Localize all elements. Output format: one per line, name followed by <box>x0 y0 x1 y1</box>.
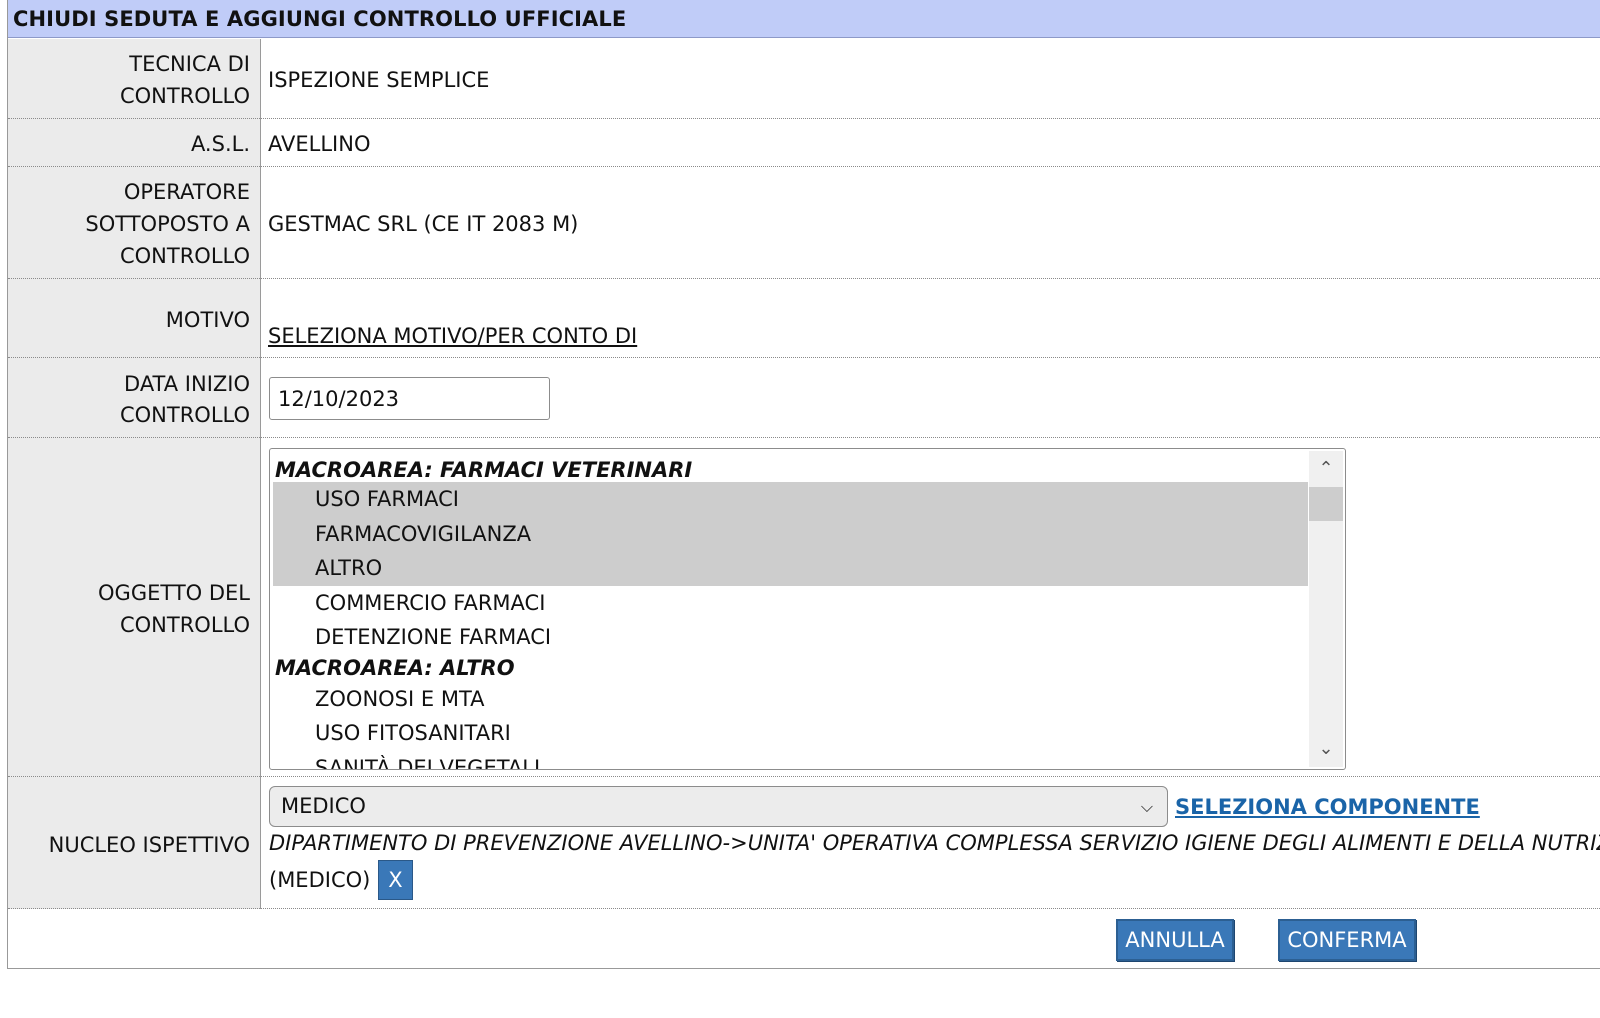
scrollbar-thumb[interactable] <box>1309 487 1343 521</box>
data-inizio-input[interactable] <box>269 377 550 420</box>
nucleo-member-role: (MEDICO) <box>269 868 371 892</box>
operatore-value: GESTMAC SRL (CE IT 2083 M) <box>268 212 579 236</box>
oggetto-label-line1: OGGETTO DEL <box>98 581 250 605</box>
operatore-label-line2: SOTTOPOSTO A <box>85 212 250 236</box>
listbox-group-header: MACROAREA: ALTRO <box>275 656 515 680</box>
label-column <box>8 39 261 909</box>
oggetto-label-line2: CONTROLLO <box>119 613 250 637</box>
form-panel: CHIUDI SEDUTA E AGGIUNGI CONTROLLO UFFIC… <box>7 0 1600 969</box>
annulla-button[interactable]: ANNULLA <box>1116 919 1234 961</box>
row-divider <box>8 118 1600 119</box>
motivo-label: MOTIVO <box>165 308 250 332</box>
seleziona-componente-link[interactable]: SELEZIONA COMPONENTE <box>1175 792 1480 822</box>
data-inizio-label-line2: CONTROLLO <box>119 403 250 427</box>
operatore-label-line1: OPERATORE <box>123 180 250 204</box>
oggetto-listbox[interactable]: SANITÀ DEI VEGETALI USO FITOSANITARI ZOONO… <box>269 448 1346 770</box>
listbox-option[interactable]: SANITÀ DEI VEGETALI <box>273 751 1308 769</box>
listbox-option[interactable]: ALTRO <box>273 551 1308 586</box>
row-divider <box>8 166 1600 167</box>
scroll-up-icon[interactable]: ⌃ <box>1309 454 1343 484</box>
conferma-button[interactable]: CONFERMA <box>1278 919 1416 961</box>
row-divider <box>8 357 1600 358</box>
listbox-option[interactable]: DETENZIONE FARMACI <box>273 620 1308 655</box>
nucleo-label: NUCLEO ISPETTIVO <box>48 833 250 857</box>
remove-member-button[interactable]: X <box>378 860 413 900</box>
row-divider <box>8 776 1600 777</box>
listbox-option[interactable]: FARMACOVIGILANZA <box>273 517 1308 552</box>
row-divider <box>8 908 1600 909</box>
seleziona-motivo-link[interactable]: SELEZIONA MOTIVO/PER CONTO DI <box>268 320 637 352</box>
nucleo-select-value: MEDICO <box>281 794 366 818</box>
row-divider <box>8 278 1600 279</box>
chevron-down-icon: ⌵ <box>1140 797 1153 816</box>
data-inizio-label-line1: DATA INIZIO <box>124 372 250 396</box>
nucleo-select[interactable]: MEDICO ⌵ <box>269 786 1168 827</box>
asl-label: A.S.L. <box>190 132 250 156</box>
listbox-option[interactable]: ZOONOSI E MTA <box>273 682 1308 717</box>
operatore-label-line3: CONTROLLO <box>119 244 250 268</box>
asl-value: AVELLINO <box>268 132 371 156</box>
row-divider <box>8 437 1600 438</box>
listbox-group-header: MACROAREA: FARMACI VETERINARI <box>275 458 693 482</box>
scroll-down-icon[interactable]: ⌄ <box>1309 734 1343 764</box>
tecnica-label-line2: CONTROLLO <box>119 84 250 108</box>
listbox-option[interactable]: USO FITOSANITARI <box>273 716 1308 751</box>
tecnica-value: ISPEZIONE SEMPLICE <box>268 68 490 92</box>
listbox-option[interactable]: COMMERCIO FARMACI <box>273 586 1308 621</box>
tecnica-label-line1: TECNICA DI <box>129 52 250 76</box>
nucleo-member-department: DIPARTIMENTO DI PREVENZIONE AVELLINO->UN… <box>269 831 1600 855</box>
form-title: CHIUDI SEDUTA E AGGIUNGI CONTROLLO UFFIC… <box>8 0 1600 38</box>
listbox-scrollbar[interactable]: ⌃ ⌄ <box>1309 451 1343 767</box>
